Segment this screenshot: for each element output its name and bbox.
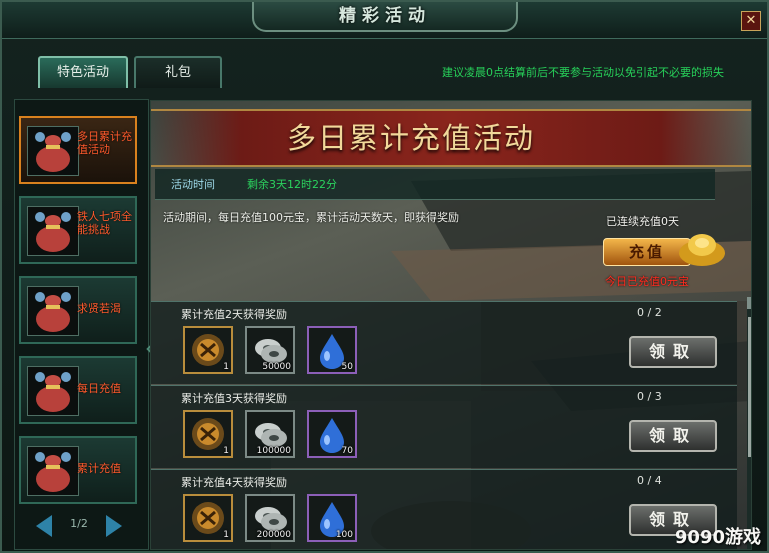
scrollbar-thumb[interactable] <box>748 317 751 457</box>
sidebar-item-multi-day-recharge[interactable]: 多日累计充值活动 <box>19 116 137 184</box>
reward-slot[interactable]: 100 <box>307 494 357 542</box>
sidebar-item-seeking-talent[interactable]: 求贤若渴 <box>19 276 137 344</box>
activity-detail-panel: 多日累计充值活动 活动时间 剩余3天12时22分 活动期间，每日充值100元宝，… <box>150 100 752 550</box>
sidebar-item-cumulative-recharge[interactable]: 累计充值 <box>19 436 137 504</box>
reward-slot[interactable]: 1 <box>183 494 233 542</box>
next-page-arrow-icon[interactable] <box>106 515 122 537</box>
activity-sidebar: 多日累计充值活动 铁人七项全能挑战 求贤若渴 每日充值 累计充值 <box>14 99 149 550</box>
reward-count: 100000 <box>256 446 291 456</box>
page-indicator: 1/2 <box>70 517 88 530</box>
window-title: 精彩活动 <box>252 2 518 32</box>
reward-count: 50 <box>341 362 353 372</box>
reward-count: 200000 <box>256 530 291 540</box>
banner-title: 多日累计充值活动 <box>286 121 535 155</box>
activity-window: 精彩活动 ✕ 特色活动 礼包 建议凌晨0点结算前后不要参与活动以免引起不必要的损… <box>0 0 769 553</box>
reward-count: 1 <box>223 446 229 456</box>
reward-row: 累计充值3天获得奖励 0 / 3 1 100000 70 领取 <box>151 385 737 468</box>
scroll-up-icon[interactable] <box>747 297 751 309</box>
reward-slot[interactable]: 70 <box>307 410 357 458</box>
reward-slot[interactable]: 100000 <box>245 410 295 458</box>
sidebar-pager: 1/2 <box>32 512 126 542</box>
sidebar-item-label: 求贤若渴 <box>77 302 121 315</box>
claim-button[interactable]: 领取 <box>629 336 717 368</box>
sidebar-item-label: 每日充值 <box>77 382 121 395</box>
activity-time-label: 活动时间 <box>171 178 215 191</box>
gift-bag-icon <box>27 286 79 336</box>
close-button[interactable]: ✕ <box>741 11 761 31</box>
reward-row-progress: 0 / 4 <box>637 474 662 487</box>
reward-row-title: 累计充值2天获得奖励 <box>181 308 287 321</box>
tab-gift-packs[interactable]: 礼包 <box>134 56 222 88</box>
reward-count: 50000 <box>262 362 291 372</box>
reward-slot[interactable]: 50 <box>307 326 357 374</box>
gift-bag-icon <box>27 366 79 416</box>
reward-row: 累计充值4天获得奖励 0 / 4 1 200000 100 领取 <box>151 469 737 549</box>
tab-featured-activities[interactable]: 特色活动 <box>38 56 128 88</box>
reward-count: 1 <box>223 530 229 540</box>
gift-bag-icon <box>27 446 79 496</box>
sidebar-item-daily-recharge[interactable]: 每日充值 <box>19 356 137 424</box>
reward-slot[interactable]: 200000 <box>245 494 295 542</box>
today-charged: 今日已充值0元宝 <box>605 275 689 288</box>
reward-row-title: 累计充值3天获得奖励 <box>181 392 287 405</box>
gift-bag-icon <box>27 206 79 256</box>
sidebar-item-ironman-challenge[interactable]: 铁人七项全能挑战 <box>19 196 137 264</box>
sidebar-item-label: 累计充值 <box>77 462 121 475</box>
activity-time-bar: 活动时间 剩余3天12时22分 <box>155 169 715 200</box>
gold-ingot-icon <box>679 234 725 266</box>
sidebar-item-label: 多日累计充值活动 <box>77 130 132 156</box>
reward-count: 100 <box>335 530 353 540</box>
activity-description: 活动期间，每日充值100元宝，累计活动天数天，即获得奖励 <box>163 211 459 224</box>
prev-page-arrow-icon[interactable] <box>36 515 52 537</box>
reward-row-progress: 0 / 3 <box>637 390 662 403</box>
claim-button[interactable]: 领取 <box>629 420 717 452</box>
reward-list-scrollbar[interactable] <box>747 297 751 549</box>
reward-count: 70 <box>341 446 353 456</box>
consecutive-days: 已连续充值0天 <box>606 215 679 228</box>
site-watermark: 9090游戏 <box>674 527 761 548</box>
reward-count: 1 <box>223 362 229 372</box>
time-remaining: 剩余3天12时22分 <box>247 178 337 191</box>
reward-slot[interactable]: 50000 <box>245 326 295 374</box>
settlement-notice: 建议凌晨0点结算前后不要参与活动以免引起不必要的损失 <box>442 66 724 79</box>
reward-row-progress: 0 / 2 <box>637 306 662 319</box>
reward-slot[interactable]: 1 <box>183 410 233 458</box>
reward-row-title: 累计充值4天获得奖励 <box>181 476 287 489</box>
sidebar-item-label: 铁人七项全能挑战 <box>77 210 132 236</box>
gift-bag-icon <box>27 126 79 176</box>
reward-slot[interactable]: 1 <box>183 326 233 374</box>
reward-row: 累计充值2天获得奖励 0 / 2 1 50000 50 领取 <box>151 301 737 384</box>
title-bar: 精彩活动 ✕ <box>2 2 767 39</box>
